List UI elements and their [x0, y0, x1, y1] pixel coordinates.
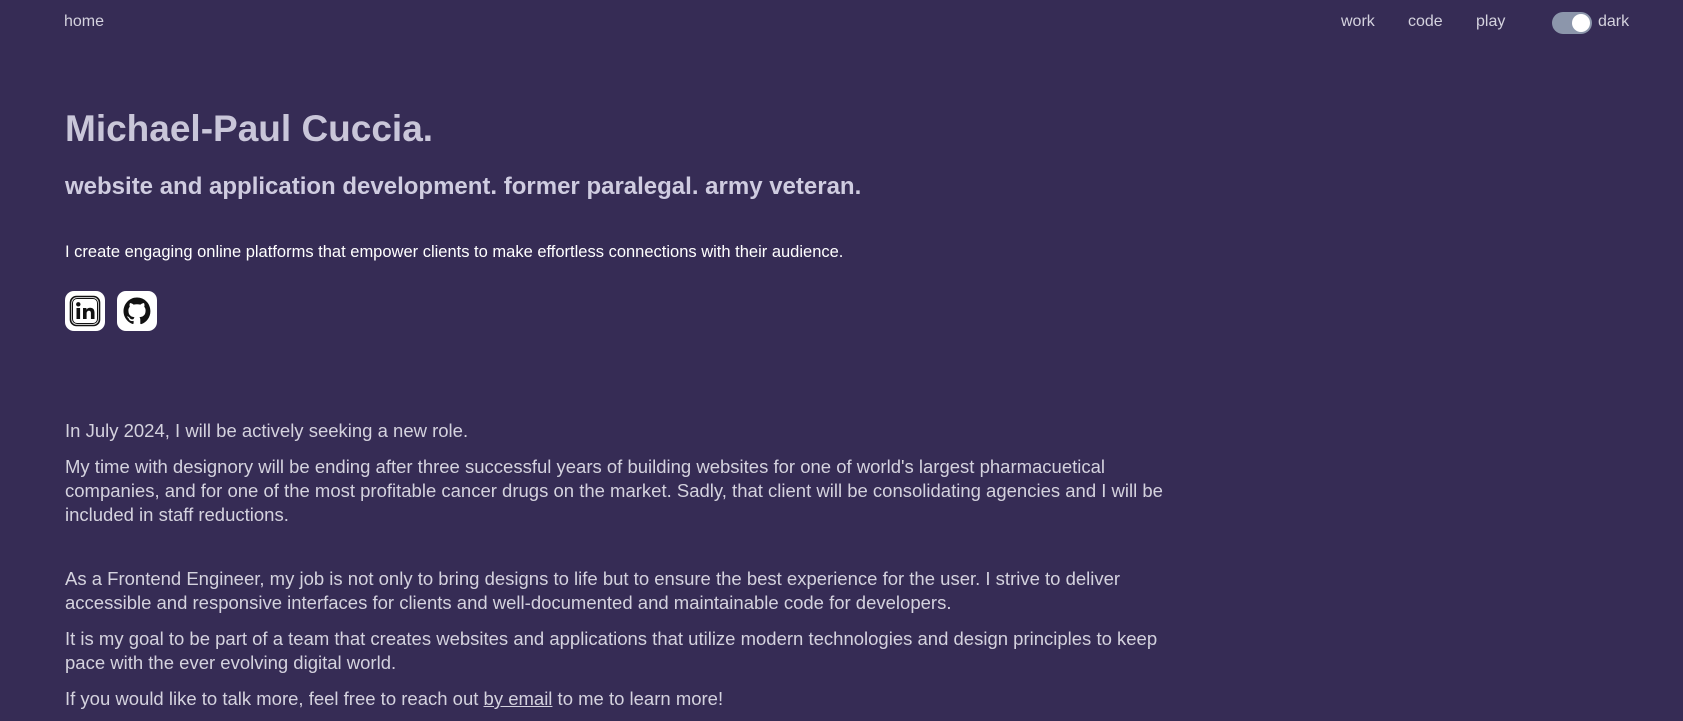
nav-work-link[interactable]: work: [1341, 13, 1375, 31]
top-nav: home work code play dark: [0, 0, 1683, 46]
tagline: website and application development. for…: [65, 173, 862, 200]
nav-code-link[interactable]: code: [1408, 13, 1443, 31]
theme-toggle[interactable]: [1552, 12, 1592, 34]
toggle-knob: [1572, 14, 1590, 32]
github-icon: [123, 297, 151, 325]
about-paragraph: As a Frontend Engineer, my job is not on…: [65, 568, 1121, 613]
email-link[interactable]: by email: [484, 688, 553, 709]
contact-paragraph: If you would like to talk more, feel fre…: [65, 687, 1165, 711]
nav-home-link[interactable]: home: [64, 13, 104, 31]
contact-text-after: to me to learn more!: [552, 688, 724, 709]
nav-play-link[interactable]: play: [1476, 13, 1505, 31]
about-paragraph: It is my goal to be part of a team that …: [65, 628, 1158, 673]
about-paragraph: In July 2024, I will be actively seeking…: [65, 420, 469, 441]
linkedin-button[interactable]: [65, 291, 105, 331]
github-button[interactable]: [117, 291, 157, 331]
contact-text-before: If you would like to talk more, feel fre…: [65, 688, 484, 709]
linkedin-icon: [69, 295, 101, 327]
theme-label: dark: [1598, 13, 1630, 30]
page-title: Michael-Paul Cuccia.: [65, 108, 434, 149]
intro-text: I create engaging online platforms that …: [65, 243, 844, 261]
about-paragraph: My time with designory will be ending af…: [65, 456, 1163, 525]
